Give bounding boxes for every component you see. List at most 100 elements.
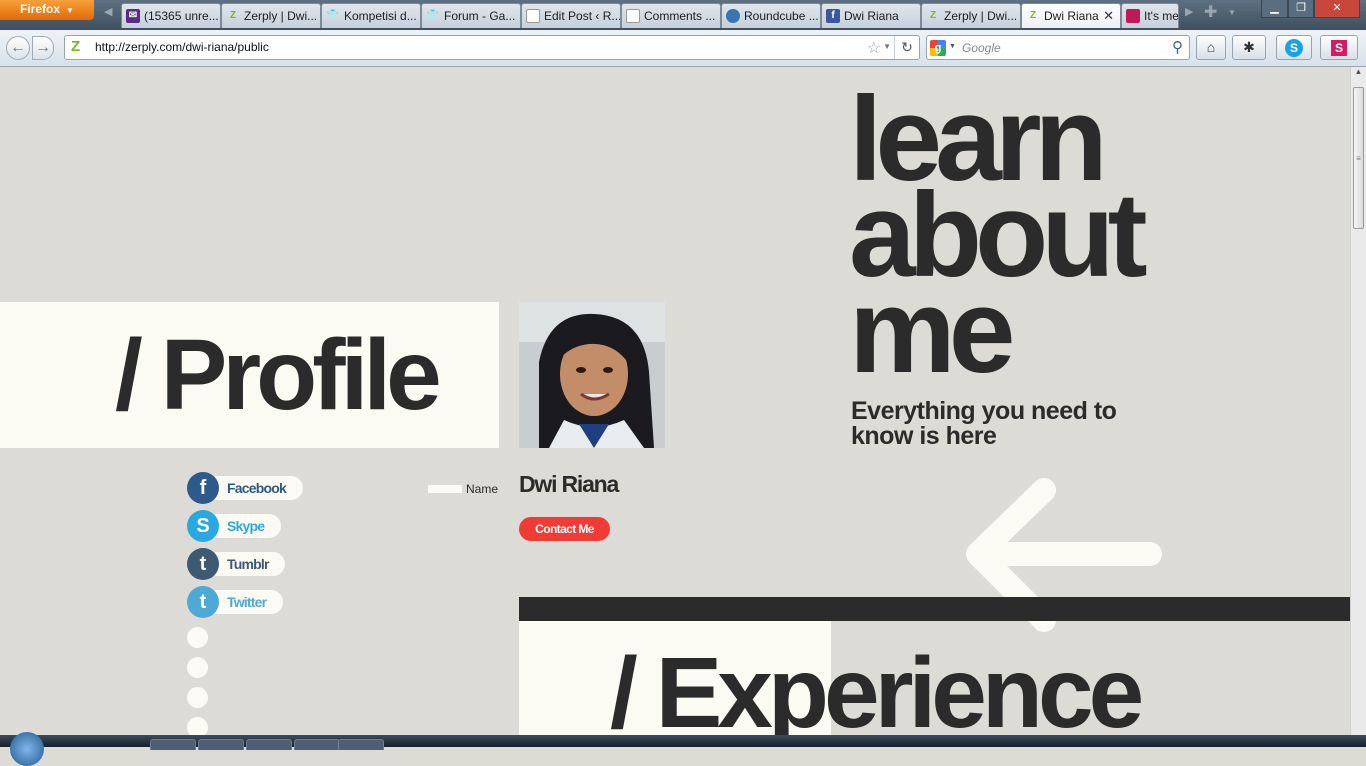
contact-me-button[interactable]: Contact Me: [519, 517, 610, 541]
tab-label: Edit Post ‹ R...: [544, 9, 621, 23]
addon-s-icon: S: [1331, 40, 1347, 56]
empty-social-slot: [187, 627, 208, 648]
home-button[interactable]: ⌂: [1196, 35, 1226, 60]
tab-roundcube[interactable]: Roundcube ...: [721, 3, 821, 28]
social-label-facebook: Facebook: [227, 480, 287, 496]
social-label-twitter: Twitter: [227, 594, 267, 610]
google-engine-icon[interactable]: g: [930, 40, 946, 56]
tab-comments[interactable]: Comments ...: [621, 3, 721, 28]
image-icon: [1126, 9, 1140, 23]
empty-social-slot: [187, 687, 208, 708]
taskbar-item[interactable]: [150, 739, 196, 750]
restore-window-button[interactable]: ❐: [1288, 0, 1314, 18]
display-name: Dwi Riana: [519, 471, 619, 497]
tab-forum[interactable]: 👕 Forum - Ga...: [421, 3, 521, 28]
tab-zerply-1[interactable]: Z Zerply | Dwi...: [221, 3, 321, 28]
back-button[interactable]: ←: [6, 36, 30, 60]
twitter-icon: t: [187, 586, 219, 618]
shirt-icon: 👕: [326, 10, 340, 21]
social-link-facebook[interactable]: f Facebook: [187, 472, 303, 504]
list-all-tabs-icon[interactable]: ▼: [1228, 8, 1236, 17]
empty-social-slot: [187, 657, 208, 678]
site-identity-icon: Z: [71, 38, 81, 55]
reload-icon[interactable]: ↻: [894, 36, 919, 59]
tab-yahoo-mail[interactable]: ✉ (15365 unre...: [121, 3, 221, 28]
skype-icon: S: [187, 510, 219, 542]
url-history-dropdown-icon[interactable]: ▼: [883, 42, 891, 51]
windows-taskbar: [0, 732, 1366, 766]
search-icon[interactable]: ⚲: [1172, 38, 1183, 56]
tab-dwi-riana-active[interactable]: Z Dwi Riana ✕: [1021, 3, 1121, 28]
facebook-icon: f: [187, 472, 219, 504]
firefox-menu-label: Firefox: [20, 2, 61, 16]
social-label-skype: Skype: [227, 518, 265, 534]
profile-section-header: / Profile: [0, 302, 499, 448]
empty-social-slot: [187, 717, 208, 735]
yahoo-mail-icon: ✉: [126, 9, 140, 23]
page-icon: [526, 9, 540, 23]
scrollbar-thumb[interactable]: ≡: [1353, 87, 1364, 229]
forward-button[interactable]: →: [32, 36, 54, 60]
text-cursor-icon: I: [985, 250, 989, 264]
scroll-up-icon[interactable]: ▲: [1351, 67, 1366, 83]
browser-tab-bar: Firefox ▼ ◀ ✉ (15365 unre... Z Zerply | D…: [0, 0, 1366, 30]
experience-title: / Experience: [610, 637, 1144, 735]
close-window-button[interactable]: ✕: [1314, 0, 1360, 18]
minimize-window-button[interactable]: ▁: [1261, 0, 1288, 18]
firefox-menu-button[interactable]: Firefox ▼: [0, 0, 94, 20]
search-bar[interactable]: g ▼ Google ⚲: [926, 35, 1190, 60]
tab-edit-post[interactable]: Edit Post ‹ R...: [521, 3, 621, 28]
page-icon: [626, 9, 640, 23]
tab-its-me[interactable]: It's me: [1121, 3, 1179, 28]
addon-s-button[interactable]: S: [1320, 35, 1358, 60]
vertical-scrollbar[interactable]: ▲ ≡: [1350, 67, 1366, 735]
taskbar-item[interactable]: [246, 739, 292, 750]
tab-kompetisi[interactable]: 👕 Kompetisi d...: [321, 3, 421, 28]
taskbar-item[interactable]: [294, 739, 340, 750]
engine-dropdown-icon[interactable]: ▼: [949, 43, 956, 50]
close-tab-icon[interactable]: ✕: [1103, 4, 1114, 28]
hero-line-me: me: [849, 264, 1015, 398]
taskbar-item[interactable]: [198, 739, 244, 750]
bookmarks-button[interactable]: ✱: [1232, 35, 1266, 60]
tab-label: Forum - Ga...: [444, 9, 516, 23]
tumblr-icon: t: [187, 548, 219, 580]
tab-facebook[interactable]: f Dwi Riana: [821, 3, 921, 28]
name-label-bar: [428, 485, 462, 493]
taskbar-item[interactable]: [338, 739, 384, 750]
skype-icon: S: [1285, 39, 1303, 57]
social-link-twitter[interactable]: t Twitter: [187, 586, 283, 618]
avatar-photo: [519, 302, 665, 448]
tab-label: Dwi Riana: [844, 9, 899, 23]
tab-label: Roundcube ...: [744, 9, 819, 23]
profile-title: / Profile: [115, 319, 442, 431]
start-button[interactable]: [10, 732, 44, 766]
bookmark-star-icon[interactable]: ☆: [867, 38, 881, 58]
tab-label: Zerply | Dwi...: [244, 9, 318, 23]
tab-label: Zerply | Dwi...: [944, 9, 1018, 23]
search-placeholder: Google: [962, 41, 1001, 55]
name-field-label: Name: [466, 482, 499, 496]
facebook-icon: f: [826, 9, 840, 23]
avatar: [519, 302, 665, 448]
tab-scroll-right-icon[interactable]: ▶: [1185, 5, 1193, 18]
tab-scroll-left-icon[interactable]: ◀: [104, 5, 112, 18]
social-link-tumblr[interactable]: t Tumblr: [187, 548, 285, 580]
navigation-toolbar: ← → Z http://zerply.com/dwi-riana/public…: [0, 30, 1366, 67]
new-tab-icon[interactable]: ✚: [1204, 2, 1217, 22]
tab-label: It's me: [1144, 9, 1179, 23]
zerply-icon: Z: [229, 10, 237, 21]
tab-zerply-2[interactable]: Z Zerply | Dwi...: [921, 3, 1021, 28]
tab-label: Kompetisi d...: [344, 9, 417, 23]
tab-label: (15365 unre...: [144, 9, 219, 23]
zerply-icon: Z: [929, 10, 937, 21]
social-link-skype[interactable]: S Skype: [187, 510, 281, 542]
url-bar[interactable]: Z http://zerply.com/dwi-riana/public ☆ ▼…: [64, 35, 920, 60]
tab-label: Comments ...: [644, 9, 716, 23]
home-icon: ⌂: [1206, 39, 1216, 55]
bookmarks-icon: ✱: [1243, 39, 1255, 55]
skype-addon-button[interactable]: S: [1276, 35, 1312, 60]
url-text: http://zerply.com/dwi-riana/public: [95, 40, 269, 54]
chevron-down-icon: ▼: [66, 6, 74, 15]
social-label-tumblr: Tumblr: [227, 556, 269, 572]
